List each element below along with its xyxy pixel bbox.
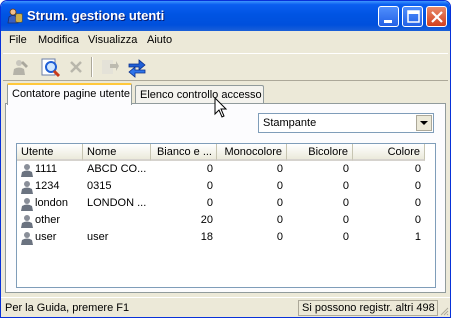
cell-colore: 0 bbox=[414, 180, 421, 192]
user-icon bbox=[21, 232, 33, 245]
col-header-nome[interactable]: Nome bbox=[83, 144, 151, 161]
menu-aiuto[interactable]: Aiuto bbox=[147, 34, 172, 46]
menu-file[interactable]: File bbox=[9, 34, 27, 46]
user-icon bbox=[21, 181, 33, 194]
user-counter-table[interactable]: Utente Nome Bianco e ... Monocolore Bico… bbox=[16, 143, 436, 288]
dropdown-arrow-button[interactable] bbox=[416, 115, 432, 131]
app-icon bbox=[7, 8, 23, 24]
cell-monocolore: 0 bbox=[276, 231, 283, 243]
app-window: Strum. gestione utenti File Modifica Vis… bbox=[0, 0, 451, 318]
cell-bianco: 18 bbox=[200, 231, 213, 243]
cell-bicolore: 0 bbox=[342, 197, 349, 209]
cell-bianco: 0 bbox=[206, 180, 213, 192]
cell-utente: 1234 bbox=[35, 180, 60, 192]
maximize-button[interactable] bbox=[402, 6, 423, 27]
export-button[interactable] bbox=[97, 56, 121, 79]
cell-colore: 0 bbox=[414, 214, 421, 226]
table-header: Utente Nome Bianco e ... Monocolore Bico… bbox=[17, 144, 435, 161]
cell-colore: 0 bbox=[414, 197, 421, 209]
col-header-colore[interactable]: Colore bbox=[353, 144, 425, 161]
cell-colore: 1 bbox=[414, 231, 421, 243]
window-title: Strum. gestione utenti bbox=[27, 8, 165, 23]
export-icon bbox=[102, 60, 119, 74]
maximize-icon bbox=[407, 10, 420, 23]
menu-visualizza[interactable]: Visualizza bbox=[88, 34, 137, 46]
toolbar bbox=[3, 53, 448, 81]
cell-utente: other bbox=[35, 214, 61, 226]
device-select-value: Stampante bbox=[263, 117, 317, 129]
chevron-down-icon bbox=[420, 121, 428, 125]
col-header-bicolore[interactable]: Bicolore bbox=[287, 144, 353, 161]
cell-utente: london bbox=[35, 197, 69, 209]
cell-utente: 1111 bbox=[35, 163, 58, 175]
table-row[interactable]: london LONDON ... 0 0 0 0 bbox=[17, 196, 435, 212]
menu-bar: File Modifica Visualizza Aiuto bbox=[1, 31, 450, 51]
cell-bicolore: 0 bbox=[342, 231, 349, 243]
close-icon bbox=[431, 11, 443, 23]
col-header-bianco[interactable]: Bianco e ... bbox=[151, 144, 217, 161]
cell-nome: user bbox=[87, 231, 109, 243]
status-remaining-text: Si possono registr. altri 498 bbox=[298, 300, 438, 316]
cell-bianco: 20 bbox=[200, 214, 213, 226]
tab-contatore-pagine[interactable]: Contatore pagine utente bbox=[7, 83, 132, 105]
table-row[interactable]: 1234 0315 0 0 0 0 bbox=[17, 179, 435, 195]
tab-elenco-controllo[interactable]: Elenco controllo accesso bbox=[135, 85, 264, 105]
table-row[interactable]: 1111 ABCD CO... 0 0 0 0 bbox=[17, 162, 435, 178]
tab-label: Elenco controllo accesso bbox=[140, 89, 262, 101]
user-icon bbox=[21, 215, 33, 228]
user-tool-button[interactable] bbox=[9, 56, 33, 79]
user-tool-icon bbox=[13, 60, 28, 75]
cell-nome: 0315 bbox=[87, 180, 112, 192]
cell-bianco: 0 bbox=[206, 197, 213, 209]
search-icon bbox=[41, 58, 61, 78]
minimize-icon bbox=[384, 20, 392, 23]
user-icon bbox=[21, 164, 33, 177]
cell-colore: 0 bbox=[414, 163, 421, 175]
cell-bicolore: 0 bbox=[342, 214, 349, 226]
search-button[interactable] bbox=[39, 56, 63, 79]
refresh-button[interactable] bbox=[125, 56, 149, 79]
toolbar-separator bbox=[91, 57, 93, 77]
cell-monocolore: 0 bbox=[276, 214, 283, 226]
status-bar: Per la Guida, premere F1 Si possono regi… bbox=[1, 297, 450, 317]
delete-button[interactable] bbox=[65, 56, 89, 79]
cell-bicolore: 0 bbox=[342, 180, 349, 192]
table-row[interactable]: other 20 0 0 0 bbox=[17, 213, 435, 229]
menu-modifica[interactable]: Modifica bbox=[38, 34, 79, 46]
cell-monocolore: 0 bbox=[276, 180, 283, 192]
cell-monocolore: 0 bbox=[276, 197, 283, 209]
mouse-cursor-icon bbox=[214, 97, 228, 118]
user-icon bbox=[21, 198, 33, 211]
device-select[interactable]: Stampante bbox=[258, 113, 434, 133]
minimize-button[interactable] bbox=[378, 6, 399, 27]
col-header-utente[interactable]: Utente bbox=[17, 144, 83, 161]
col-header-monocolore[interactable]: Monocolore bbox=[217, 144, 287, 161]
status-help-text: Per la Guida, premere F1 bbox=[5, 302, 130, 314]
tab-panel: Stampante Utente Nome Bianco e ... Monoc… bbox=[5, 103, 446, 293]
table-row[interactable]: user user 18 0 0 1 bbox=[17, 230, 435, 246]
close-button[interactable] bbox=[426, 6, 447, 27]
resize-grip-icon[interactable] bbox=[439, 306, 449, 316]
cell-nome: LONDON ... bbox=[87, 197, 147, 209]
cell-nome: ABCD CO... bbox=[87, 163, 147, 175]
cell-monocolore: 0 bbox=[276, 163, 283, 175]
cell-bicolore: 0 bbox=[342, 163, 349, 175]
delete-icon bbox=[70, 61, 82, 73]
refresh-icon bbox=[128, 59, 146, 78]
cell-bianco: 0 bbox=[206, 163, 213, 175]
cell-utente: user bbox=[35, 231, 57, 243]
tab-label: Contatore pagine utente bbox=[12, 88, 131, 100]
title-bar[interactable]: Strum. gestione utenti bbox=[1, 1, 450, 31]
